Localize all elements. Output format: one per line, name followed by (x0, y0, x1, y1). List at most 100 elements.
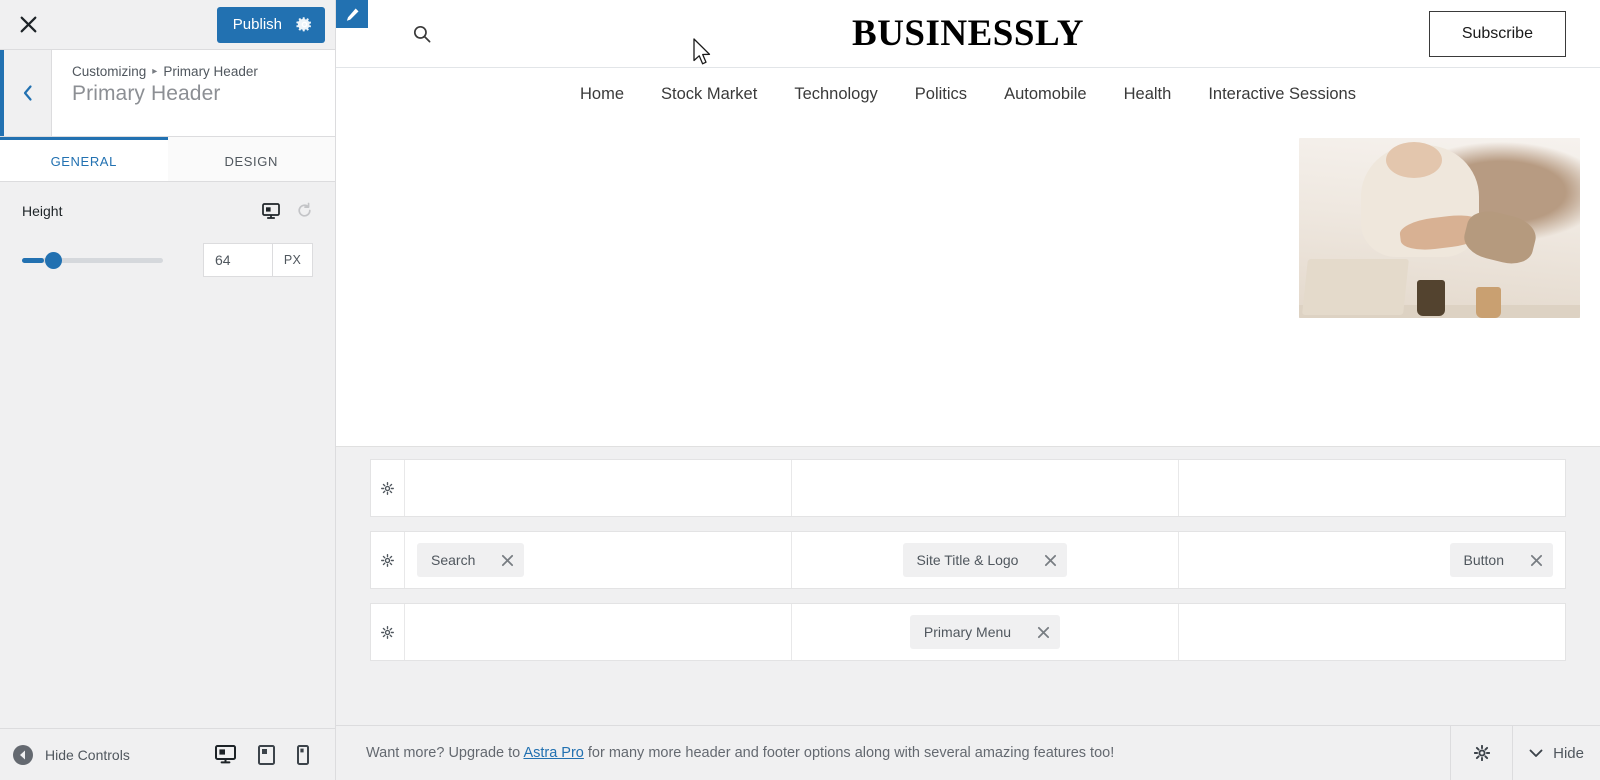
slider-thumb[interactable] (45, 251, 62, 269)
hide-builder-button[interactable]: Hide (1512, 725, 1600, 780)
builder-item-label: Search (431, 552, 476, 568)
gear-icon (1473, 745, 1490, 761)
hide-controls-button[interactable]: Hide Controls (12, 744, 130, 766)
builder-col-center[interactable]: Primary Menu (792, 604, 1178, 660)
builder-item-primary-menu[interactable]: Primary Menu (909, 615, 1061, 649)
desktop-monitor-icon (262, 202, 280, 219)
builder-footer-bar: Want more? Upgrade to Astra Pro for many… (336, 725, 1600, 780)
publish-settings-gear[interactable] (296, 16, 313, 33)
nav-item-home[interactable]: Home (580, 85, 624, 104)
height-slider-row: PX (22, 243, 313, 277)
builder-settings-gear[interactable] (1450, 725, 1512, 780)
chevron-left-icon (23, 85, 32, 101)
tab-general[interactable]: GENERAL (0, 137, 168, 181)
upgrade-promo: Want more? Upgrade to Astra Pro for many… (336, 745, 1450, 761)
builder-col-left[interactable]: Search (405, 532, 791, 588)
nav-item-automobile[interactable]: Automobile (1004, 85, 1087, 104)
header-builder: Search Site Title & Logo Button Primary … (336, 447, 1600, 780)
magnifier-icon (413, 25, 431, 42)
post-thumbnail[interactable] (1299, 138, 1580, 318)
builder-item-button[interactable]: Button (1449, 543, 1553, 577)
header-right-section: Subscribe (1171, 10, 1566, 57)
builder-col-center[interactable] (792, 460, 1178, 516)
device-tablet-button[interactable] (258, 744, 275, 765)
customizer-footer: Hide Controls (0, 728, 335, 780)
height-value-box: PX (203, 243, 313, 277)
x-glyph (502, 554, 514, 566)
close-icon[interactable] (1530, 554, 1543, 567)
x-glyph (1530, 554, 1543, 566)
height-slider[interactable] (22, 250, 163, 270)
gear-icon (296, 17, 312, 32)
astra-pro-link[interactable]: Astra Pro (523, 745, 583, 761)
device-preview-switcher (215, 744, 321, 765)
nav-item-health[interactable]: Health (1124, 85, 1172, 104)
x-glyph (1038, 626, 1050, 638)
nav-item-stock-market[interactable]: Stock Market (661, 85, 757, 104)
builder-col-right[interactable] (1179, 604, 1565, 660)
collapse-left-icon (13, 744, 33, 765)
site-header: BUSINESSLY Subscribe (336, 0, 1600, 68)
height-input[interactable] (204, 244, 272, 276)
panel-title-block: Customizing ▸ Primary Header Primary Hea… (52, 50, 274, 136)
chevron-down-icon (1529, 749, 1543, 757)
mobile-icon (297, 744, 309, 765)
customizer-panel-header: Customizing ▸ Primary Header Primary Hea… (0, 50, 335, 137)
promo-text-after: for many more header and footer options … (583, 745, 1115, 761)
nav-item-interactive-sessions[interactable]: Interactive Sessions (1208, 85, 1356, 104)
row-settings-gear[interactable] (371, 532, 405, 588)
page-title: Primary Header (72, 82, 221, 105)
builder-row-below-header: Primary Menu (370, 603, 1566, 661)
post-list: Stock Market 15 Shocking Elon Musk Tweet… (336, 120, 1600, 446)
close-icon[interactable] (501, 554, 514, 567)
row-settings-gear[interactable] (371, 604, 405, 660)
builder-item-label: Site Title & Logo (916, 552, 1019, 568)
breadcrumb: Customizing ▸ Primary Header (72, 64, 258, 79)
publish-button[interactable]: Publish (216, 6, 325, 43)
device-desktop-button[interactable] (215, 745, 236, 764)
close-icon (20, 16, 36, 33)
customizer-app: Publish Customizing ▸ Primary Header Pri… (0, 0, 1600, 780)
height-control-actions (262, 202, 313, 219)
breadcrumb-parent[interactable]: Customizing (72, 64, 146, 79)
builder-row-above-header (370, 459, 1566, 517)
builder-item-site-title-logo[interactable]: Site Title & Logo (902, 543, 1068, 577)
panel-back-button[interactable] (4, 50, 52, 136)
customizer-sidebar: Publish Customizing ▸ Primary Header Pri… (0, 0, 336, 780)
close-icon[interactable] (1044, 554, 1057, 567)
device-mobile-button[interactable] (297, 744, 309, 765)
builder-col-right[interactable] (1179, 460, 1565, 516)
primary-menu: Home Stock Market Technology Politics Au… (336, 68, 1600, 120)
header-center-section: BUSINESSLY (765, 12, 1172, 55)
customizer-topbar: Publish (0, 0, 335, 50)
gear-icon (381, 481, 394, 495)
desktop-icon[interactable] (262, 202, 280, 219)
row-settings-gear[interactable] (371, 460, 405, 516)
desktop-icon (215, 745, 236, 764)
builder-col-center[interactable]: Site Title & Logo (792, 532, 1178, 588)
builder-col-left[interactable] (405, 460, 791, 516)
list-item: Stock Market 15 Shocking Elon Musk Tweet… (336, 138, 1580, 446)
edit-header-button[interactable] (336, 0, 368, 28)
site-preview: BUSINESSLY Subscribe Home Stock Market T… (336, 0, 1600, 780)
site-title[interactable]: BUSINESSLY (852, 12, 1084, 55)
height-unit-selector[interactable]: PX (272, 244, 312, 276)
reset-circular-arrow-icon (298, 202, 311, 217)
nav-item-technology[interactable]: Technology (794, 85, 877, 104)
subscribe-button[interactable]: Subscribe (1428, 10, 1566, 57)
builder-item-search[interactable]: Search (417, 543, 525, 577)
builder-col-left[interactable] (405, 604, 791, 660)
height-control-label: Height (22, 202, 63, 219)
close-icon[interactable] (1037, 626, 1050, 639)
height-control-header: Height (22, 202, 313, 219)
reset-icon[interactable] (296, 202, 313, 219)
search-icon[interactable] (412, 24, 432, 44)
builder-col-right[interactable]: Button (1179, 532, 1565, 588)
customizer-tabs: GENERAL DESIGN (0, 137, 335, 182)
close-customizer-button[interactable] (0, 0, 56, 49)
header-left-section (370, 24, 765, 44)
nav-item-politics[interactable]: Politics (915, 85, 967, 104)
pencil-icon (346, 8, 358, 21)
gear-icon (381, 553, 394, 567)
tab-design[interactable]: DESIGN (167, 137, 335, 181)
